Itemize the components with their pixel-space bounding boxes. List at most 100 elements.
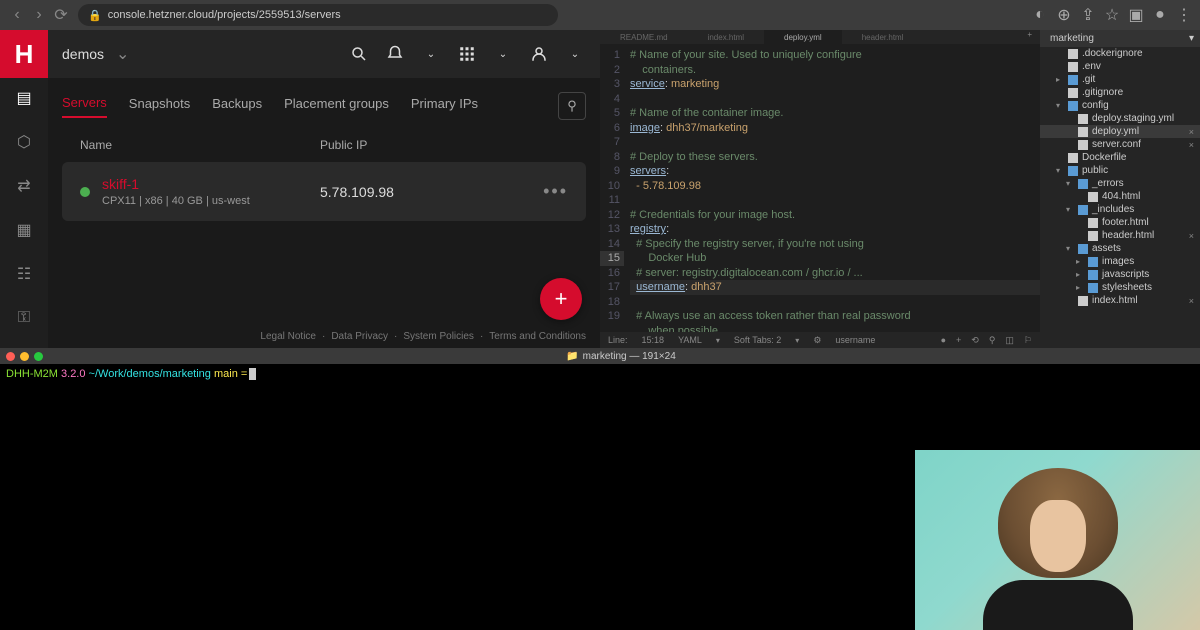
editor-tab[interactable]: README.md — [600, 30, 688, 44]
close-icon[interactable]: × — [1189, 140, 1194, 150]
security-nav-icon[interactable]: ⚿ — [14, 308, 34, 328]
network-nav-icon[interactable]: ⇄ — [14, 176, 34, 196]
maximize-icon[interactable] — [34, 352, 43, 361]
forward-icon[interactable]: › — [30, 6, 48, 24]
tree-item[interactable]: server.conf× — [1040, 138, 1200, 151]
tree-item[interactable]: ▾config — [1040, 99, 1200, 112]
new-tab-icon[interactable]: + — [1019, 30, 1040, 44]
loadbalancer-nav-icon[interactable]: ☷ — [14, 264, 34, 284]
servers-nav-icon[interactable]: ▤ — [14, 88, 34, 108]
close-icon[interactable]: × — [1189, 296, 1194, 306]
link-terms[interactable]: Terms and Conditions — [489, 331, 586, 342]
filter-icon[interactable]: ⚲ — [558, 92, 586, 120]
editor-tab-active[interactable]: deploy.yml — [764, 30, 842, 44]
tree-item[interactable]: ▾_includes — [1040, 203, 1200, 216]
tree-item[interactable]: ▸javascripts — [1040, 268, 1200, 281]
link-legal[interactable]: Legal Notice — [260, 331, 316, 342]
cursor — [249, 368, 256, 380]
tree-item[interactable]: header.html× — [1040, 229, 1200, 242]
panel-icon[interactable]: ▣ — [1128, 7, 1144, 23]
link-privacy[interactable]: Data Privacy — [331, 331, 388, 342]
search-icon[interactable] — [348, 43, 370, 65]
tab-placement-groups[interactable]: Placement groups — [284, 96, 389, 117]
status-running-icon — [80, 187, 90, 197]
chevron-down-icon[interactable]: ▾ — [716, 336, 720, 345]
editor-tab[interactable]: index.html — [688, 30, 764, 44]
sb-softtabs[interactable]: Soft Tabs: 2 — [734, 335, 781, 345]
tab-snapshots[interactable]: Snapshots — [129, 96, 190, 117]
chevron-down-icon[interactable]: ▾ — [1189, 33, 1194, 44]
sb-lang[interactable]: YAML — [678, 335, 702, 345]
tree-item[interactable]: 404.html — [1040, 190, 1200, 203]
project-selector[interactable]: demos — [62, 46, 104, 62]
tree-item[interactable]: ▸images — [1040, 255, 1200, 268]
zoom-icon[interactable]: ⊕ — [1056, 7, 1072, 23]
folder-icon — [1078, 179, 1088, 189]
user-icon[interactable] — [528, 43, 550, 65]
tree-item[interactable]: ▾public — [1040, 164, 1200, 177]
firewall-nav-icon[interactable]: ▦ — [14, 220, 34, 240]
code-area[interactable]: 12345678910111213141516171819 # Name of … — [600, 44, 1040, 332]
extension-icon[interactable]: ◐ — [1032, 7, 1048, 23]
link-policies[interactable]: System Policies — [403, 331, 474, 342]
tree-item[interactable]: footer.html — [1040, 216, 1200, 229]
tree-item[interactable]: ▾assets — [1040, 242, 1200, 255]
tree-item[interactable]: ▾_errors — [1040, 177, 1200, 190]
split-icon[interactable]: ◫ — [1005, 335, 1014, 346]
hetzner-logo[interactable]: H — [0, 30, 48, 78]
tab-primary-ips[interactable]: Primary IPs — [411, 96, 478, 117]
tree-item[interactable]: .env — [1040, 60, 1200, 73]
server-name[interactable]: skiff-1 — [102, 176, 320, 192]
url-bar[interactable]: 🔒 console.hetzner.cloud/projects/2559513… — [78, 4, 558, 26]
tree-item[interactable]: deploy.yml× — [1040, 125, 1200, 138]
file-icon — [1088, 192, 1098, 202]
tree-item[interactable]: .dockerignore — [1040, 47, 1200, 60]
minimize-icon[interactable] — [20, 352, 29, 361]
close-icon[interactable]: × — [1189, 231, 1194, 241]
tree-item[interactable]: ▸.git — [1040, 73, 1200, 86]
lock-icon: 🔒 — [88, 9, 102, 22]
chevron-down-icon[interactable]: ⌄ — [492, 43, 514, 65]
plus-icon[interactable]: + — [956, 335, 961, 345]
chevron-down-icon[interactable]: ⌄ — [420, 43, 442, 65]
bell-icon[interactable] — [384, 43, 406, 65]
flag-icon[interactable]: ⚐ — [1024, 335, 1032, 346]
tree-item[interactable]: .gitignore — [1040, 86, 1200, 99]
volumes-nav-icon[interactable]: ⬡ — [14, 132, 34, 152]
profile-icon[interactable]: ● — [1152, 7, 1168, 23]
row-menu-icon[interactable]: ••• — [543, 181, 568, 202]
search-icon[interactable]: ⚲ — [989, 335, 996, 346]
code-content[interactable]: # Name of your site. Used to uniquely co… — [630, 44, 1040, 332]
tree-item[interactable]: deploy.staging.yml — [1040, 112, 1200, 125]
add-server-button[interactable]: + — [540, 278, 582, 320]
gear-icon[interactable]: ⚙ — [813, 335, 821, 346]
editor-status-bar: Line: 15:18 YAML ▾ Soft Tabs: 2 ▾ ⚙ user… — [600, 332, 1040, 348]
server-row[interactable]: skiff-1 CPX11 | x86 | 40 GB | us-west 5.… — [62, 162, 586, 221]
chevron-down-icon[interactable]: ▾ — [795, 336, 799, 345]
tree-item[interactable]: ▸stylesheets — [1040, 281, 1200, 294]
folder-icon — [1088, 257, 1098, 267]
footer-links: Legal Notice· Data Privacy· System Polic… — [260, 331, 586, 342]
file-icon — [1068, 153, 1078, 163]
star-icon[interactable]: ☆ — [1104, 7, 1120, 23]
sync-icon[interactable]: ⟲ — [971, 335, 979, 346]
tree-item[interactable]: Dockerfile — [1040, 151, 1200, 164]
share-icon[interactable]: ⇪ — [1080, 7, 1096, 23]
chevron-down-icon[interactable]: ⌄ — [564, 43, 586, 65]
menu-icon[interactable]: ⋮ — [1176, 7, 1192, 23]
tab-servers[interactable]: Servers — [62, 95, 107, 118]
tab-backups[interactable]: Backups — [212, 96, 262, 117]
record-icon[interactable]: ● — [941, 335, 946, 345]
back-icon[interactable]: ‹ — [8, 6, 26, 24]
tree-root[interactable]: marketing ▾ — [1040, 30, 1200, 47]
file-icon — [1078, 140, 1088, 150]
hetzner-sidebar: ▤ ⬡ ⇄ ▦ ☷ ⚿ — [0, 78, 48, 348]
close-icon[interactable]: × — [1189, 127, 1194, 137]
close-icon[interactable] — [6, 352, 15, 361]
sb-symbol[interactable]: username — [835, 335, 875, 345]
tree-item[interactable]: index.html× — [1040, 294, 1200, 307]
editor-tab[interactable]: header.html — [842, 30, 924, 44]
chevron-down-icon[interactable]: ⌄ — [116, 44, 129, 64]
reload-icon[interactable]: ⟳ — [52, 6, 70, 24]
apps-grid-icon[interactable] — [456, 43, 478, 65]
